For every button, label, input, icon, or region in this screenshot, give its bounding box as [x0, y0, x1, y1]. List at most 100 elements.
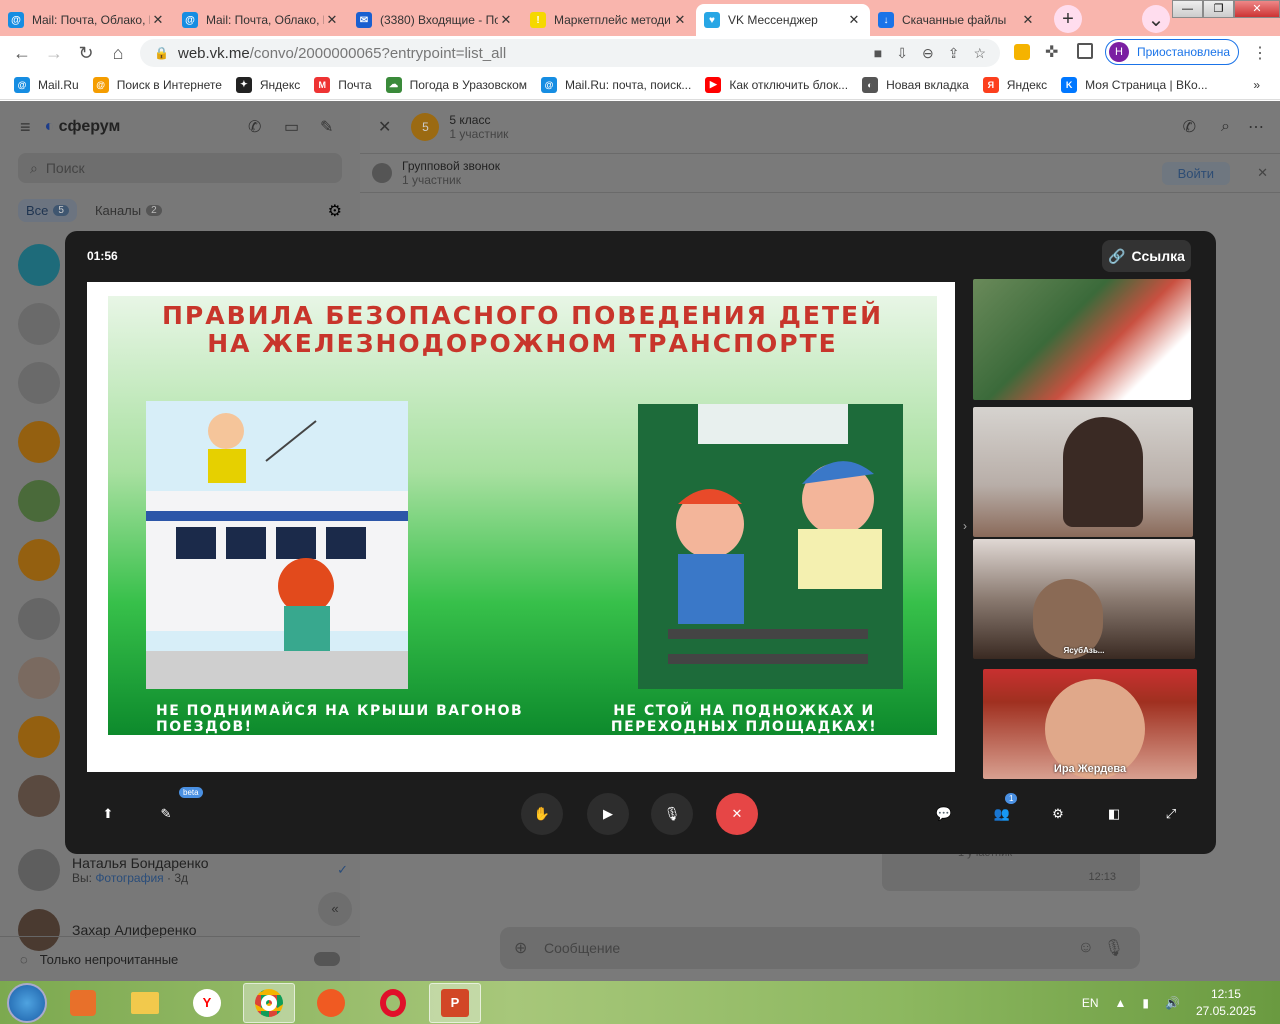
bookmark-item[interactable]: ◐ Новая вкладка [862, 76, 969, 93]
chat-avatar[interactable] [18, 657, 60, 699]
minimize-button[interactable]: — [1172, 0, 1203, 18]
yandex-browser-icon[interactable]: Y [181, 983, 233, 1023]
browser-tab[interactable]: @ Mail: Почта, Облако, К ✕ [0, 4, 174, 36]
list-item[interactable]: Наталья Бондаренко Вы: Фотография · 3д ✓ [18, 849, 348, 891]
camera-icon[interactable]: ■ [874, 45, 882, 62]
bookmark-star-icon[interactable]: ☆ [973, 45, 986, 62]
search-input[interactable]: ⌕ Поиск [18, 153, 342, 183]
url-bar[interactable]: 🔒 web.vk.me/convo/2000000065?entrypoint=… [140, 39, 1000, 67]
chat-avatar[interactable] [18, 716, 60, 758]
bookmark-item[interactable]: @ Mail.Ru: почта, поиск... [541, 76, 691, 93]
new-tab-button[interactable]: + [1054, 5, 1082, 33]
tab-close-icon[interactable]: ✕ [150, 12, 166, 28]
chat-avatar[interactable] [18, 421, 60, 463]
chat-avatar[interactable] [18, 539, 60, 581]
menu-kebab-icon[interactable]: ⋮ [1252, 43, 1268, 63]
tray-arrow-icon[interactable]: ▲ [1114, 996, 1126, 1010]
maximize-button[interactable]: ❐ [1203, 0, 1234, 18]
tab-search-icon[interactable]: ⌄ [1142, 5, 1170, 33]
participant-tile[interactable] [973, 279, 1191, 400]
search-chat-icon[interactable]: ⌕ [1221, 118, 1230, 136]
mic-icon[interactable]: 🎙 [1104, 938, 1124, 958]
volume-icon[interactable]: 🔊 [1165, 996, 1180, 1010]
filter-channels[interactable]: Каналы 2 [87, 199, 170, 222]
bookmark-item[interactable]: ☁ Погода в Уразовском [385, 76, 527, 93]
phone-icon[interactable]: ✆ [1183, 117, 1196, 137]
chat-avatar[interactable] [18, 480, 60, 522]
clock[interactable]: 12:15 27.05.2025 [1196, 986, 1256, 1020]
home-icon[interactable]: ⌂ [102, 43, 134, 64]
zoom-icon[interactable]: ⊖ [922, 45, 934, 62]
participant-tile[interactable] [973, 407, 1193, 537]
camera-button[interactable]: ▶ [587, 793, 629, 835]
browser-tab[interactable]: ! Маркетплейс методи ✕ [522, 4, 696, 36]
link-button[interactable]: 🔗 Ссылка [1102, 240, 1191, 272]
back-icon[interactable]: ← [6, 43, 38, 64]
reload-icon[interactable]: ↻ [70, 43, 102, 64]
bookmark-item[interactable]: K Моя Страница | ВКо... [1061, 76, 1208, 93]
extensions-puzzle-icon[interactable]: ✜ [1045, 42, 1058, 62]
tab-close-icon[interactable]: ✕ [1020, 12, 1036, 28]
chat-avatar[interactable] [18, 598, 60, 640]
chat-bubble-icon[interactable]: 💬 [923, 793, 965, 835]
chat-avatar[interactable] [18, 362, 60, 404]
browser-tab[interactable]: ✉ (3380) Входящие - По ✕ [348, 4, 522, 36]
bookmark-item[interactable]: M Почта [314, 76, 372, 93]
language-indicator[interactable]: EN [1082, 996, 1099, 1010]
participant-tile[interactable]: ЯсубАзь... [973, 539, 1195, 659]
bookmark-item[interactable]: ▶ Как отключить блок... [705, 76, 848, 93]
unread-toggle[interactable] [314, 952, 340, 966]
explorer-icon[interactable] [119, 983, 171, 1023]
browser-tab[interactable]: ↓ Скачанные файлы ✕ [870, 4, 1044, 36]
extension-mail-icon[interactable] [1014, 44, 1030, 60]
close-window-button[interactable]: ✕ [1234, 0, 1280, 18]
message-input[interactable]: ⊕ Сообщение ☺ 🎙 [500, 927, 1140, 969]
tab-close-icon[interactable]: ✕ [498, 12, 514, 28]
collapse-sidebar-button[interactable]: « [318, 892, 352, 926]
whiteboard-icon[interactable]: ✎ [145, 793, 187, 835]
end-call-button[interactable]: ✕ [716, 793, 758, 835]
layout-icon[interactable]: ◧ [1093, 793, 1135, 835]
chat-avatar[interactable] [18, 775, 60, 817]
hamburger-icon[interactable]: ≡ [20, 117, 31, 138]
profile-button[interactable]: Н Приостановлена [1105, 39, 1239, 65]
emoji-icon[interactable]: ☺ [1078, 939, 1094, 957]
close-chat-icon[interactable]: ✕ [378, 117, 391, 137]
chat-avatar[interactable] [18, 303, 60, 345]
screen-share-icon[interactable]: ⬆ [87, 793, 129, 835]
bookmark-item[interactable]: @ Mail.Ru [14, 76, 79, 93]
tab-close-icon[interactable]: ✕ [324, 12, 340, 28]
archive-icon[interactable]: ▭ [284, 117, 299, 137]
microphone-button[interactable]: 🎙 [651, 793, 693, 835]
browser-tab[interactable]: ♥ VK Мессенджер ✕ [696, 4, 870, 36]
forward-icon[interactable]: → [38, 43, 70, 64]
share-icon[interactable]: ⇪ [948, 45, 960, 62]
chat-avatar[interactable] [18, 244, 60, 286]
film-app-icon[interactable] [305, 983, 357, 1023]
install-icon[interactable]: ⇩ [896, 45, 908, 62]
filter-all[interactable]: Все 5 [18, 199, 77, 222]
bookmarks-overflow-icon[interactable]: » [1253, 78, 1260, 92]
media-player-icon[interactable] [57, 983, 109, 1023]
start-button[interactable] [7, 982, 47, 1023]
side-panel-icon[interactable] [1077, 43, 1093, 59]
chevron-right-icon[interactable]: › [963, 519, 967, 533]
call-icon[interactable]: ✆ [248, 117, 261, 137]
powerpoint-icon[interactable]: P [429, 982, 481, 1023]
settings-icon[interactable]: ⚙ [1037, 793, 1079, 835]
settings-gear-icon[interactable]: ⚙ [328, 201, 342, 221]
network-icon[interactable]: ▮ [1142, 996, 1149, 1010]
fullscreen-icon[interactable]: ⤢ [1150, 793, 1192, 835]
compose-icon[interactable]: ✎ [320, 117, 333, 137]
bookmark-item[interactable]: Я Яндекс [982, 76, 1047, 93]
tab-close-icon[interactable]: ✕ [846, 12, 862, 28]
close-callbar-icon[interactable]: ✕ [1257, 165, 1268, 181]
participant-tile[interactable]: Ира Жердева [983, 669, 1197, 779]
join-call-button[interactable]: Войти [1161, 162, 1230, 185]
more-icon[interactable]: ⋯ [1248, 117, 1264, 137]
tab-close-icon[interactable]: ✕ [672, 12, 688, 28]
add-attachment-icon[interactable]: ⊕ [514, 938, 527, 958]
bookmark-item[interactable]: @ Поиск в Интернете [92, 76, 222, 93]
chrome-icon[interactable] [243, 982, 295, 1023]
browser-tab[interactable]: @ Mail: Почта, Облако, К ✕ [174, 4, 348, 36]
